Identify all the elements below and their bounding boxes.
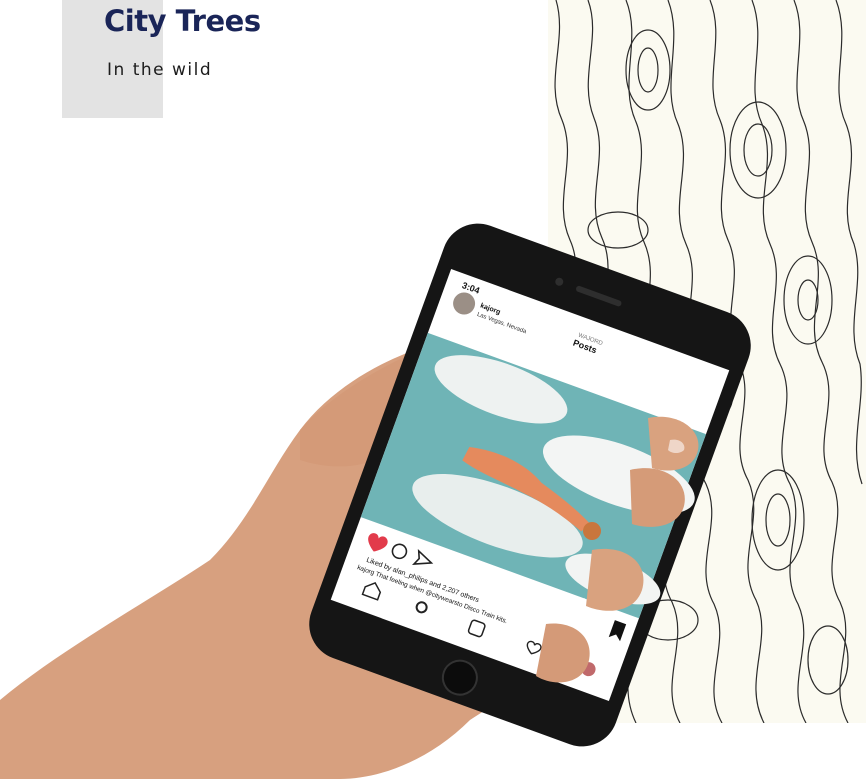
- hand-holding-phone: 3:04 WAJORD Posts kajorg Las Vegas, Neva…: [0, 223, 751, 779]
